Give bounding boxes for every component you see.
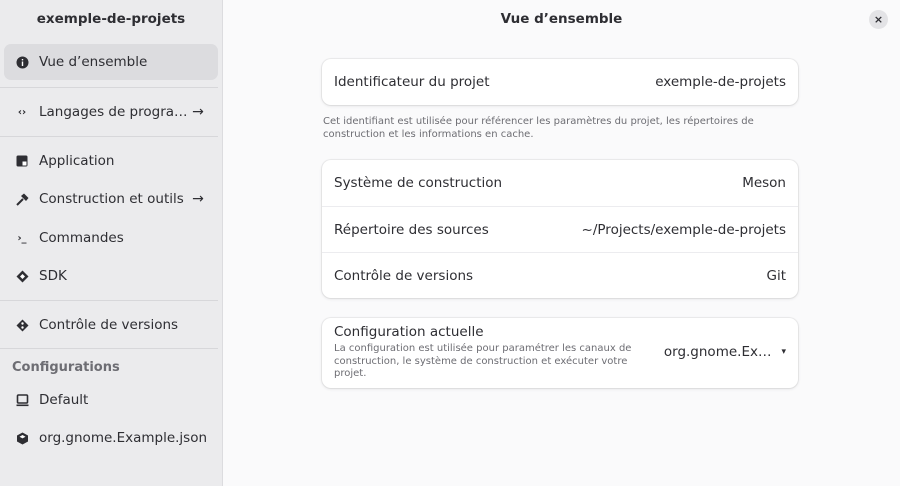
git-icon	[14, 317, 30, 333]
page-title: Vue d’ensemble	[500, 11, 623, 27]
project-id-row[interactable]: Identificateur du projet exemple-de-proj…	[322, 59, 798, 105]
info-icon	[14, 54, 30, 70]
sidebar-item-commands[interactable]: ›_ Commandes	[4, 220, 218, 256]
sidebar-item-application[interactable]: Application	[4, 143, 218, 179]
sidebar-title: exemple-de-projets	[36, 11, 186, 27]
build-info-card: Système de construction Meson Répertoire…	[322, 160, 798, 298]
source-directory-row: Répertoire des sources ~/Projects/exempl…	[322, 206, 798, 252]
build-system-row: Système de construction Meson	[322, 160, 798, 206]
close-icon: ×	[873, 13, 884, 26]
sidebar-item-label: Application	[39, 153, 115, 169]
sidebar-config-default[interactable]: Default	[4, 382, 218, 418]
source-directory-label: Répertoire des sources	[334, 221, 489, 238]
code-icon: ‹›	[17, 106, 27, 118]
configurations-heading: Configurations	[12, 360, 120, 375]
version-control-value: Git	[766, 267, 786, 284]
sidebar-item-label: Default	[39, 392, 89, 408]
sidebar-item-label: Contrôle de versions	[39, 317, 179, 333]
main-panel: Vue d’ensemble × Identificateur du proje…	[223, 0, 900, 486]
current-config-title: Configuration actuelle	[334, 324, 484, 340]
sidebar-item-label: SDK	[39, 268, 67, 284]
sidebar-divider	[0, 300, 218, 301]
version-control-row: Contrôle de versions Git	[322, 252, 798, 298]
current-config-row: Configuration actuelle La configuration …	[322, 318, 798, 388]
sidebar-item-overview[interactable]: Vue d’ensemble	[4, 44, 218, 80]
source-directory-value: ~/Projects/exemple-de-projets	[581, 221, 786, 238]
current-config-description: La configuration est utilisée pour param…	[334, 343, 632, 379]
version-control-label: Contrôle de versions	[334, 267, 474, 284]
arrow-right-icon: →	[192, 104, 204, 120]
sidebar-item-label: Vue d’ensemble	[39, 54, 148, 70]
terminal-icon: ›_	[17, 232, 27, 244]
sidebar-item-sdk[interactable]: SDK	[4, 258, 218, 294]
project-id-label: Identificateur du projet	[334, 74, 490, 90]
chevron-down-icon: ▾	[781, 347, 786, 358]
sidebar-item-label: Commandes	[39, 230, 124, 246]
sidebar-item-languages[interactable]: ‹› Langages de progra… →	[4, 94, 218, 130]
preferences-window: exemple-de-projets Vue d’ensemble ‹› Lan…	[0, 0, 900, 486]
sidebar-item-version-control[interactable]: Contrôle de versions	[4, 307, 218, 343]
sidebar-item-label: org.gnome.Example.json	[39, 430, 208, 446]
computer-icon	[14, 392, 30, 408]
close-button[interactable]: ×	[869, 10, 888, 29]
sidebar-config-org-gnome-example[interactable]: org.gnome.Example.json	[4, 420, 218, 456]
hammer-icon	[14, 191, 30, 207]
arrow-right-icon: →	[192, 191, 204, 207]
package-icon	[14, 430, 30, 446]
sidebar-divider	[0, 136, 218, 137]
sidebar-item-label: Langages de progra…	[39, 104, 188, 120]
application-icon	[14, 153, 30, 169]
sdk-icon	[14, 268, 30, 284]
sidebar: exemple-de-projets Vue d’ensemble ‹› Lan…	[0, 0, 223, 486]
sidebar-item-label: Construction et outils	[39, 191, 184, 207]
sidebar-item-build-tools[interactable]: Construction et outils →	[4, 181, 218, 217]
project-id-card: Identificateur du projet exemple-de-proj…	[322, 59, 798, 105]
build-system-value: Meson	[742, 175, 786, 191]
project-id-caption: Cet identifiant est utilisée pour référe…	[323, 116, 754, 140]
sidebar-divider	[0, 348, 218, 349]
sidebar-divider	[0, 87, 218, 88]
project-id-value: exemple-de-projets	[655, 74, 786, 90]
config-dropdown-value: org.gnome.Ex…	[663, 344, 772, 361]
config-dropdown[interactable]: org.gnome.Ex… ▾	[664, 344, 786, 360]
current-config-card: Configuration actuelle La configuration …	[322, 318, 798, 388]
build-system-label: Système de construction	[334, 175, 503, 191]
